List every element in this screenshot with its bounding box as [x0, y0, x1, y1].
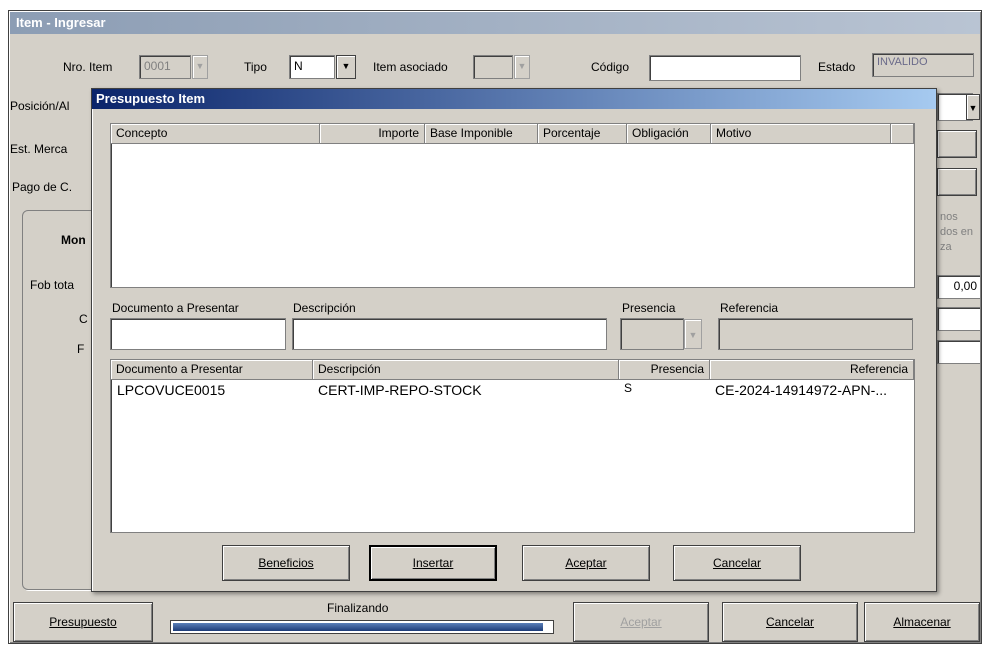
tipo-field[interactable]: N	[289, 55, 335, 79]
row-descripcion: CERT-IMP-REPO-STOCK	[318, 382, 482, 398]
item-window-titlebar: Item - Ingresar	[10, 12, 980, 34]
col-filler	[891, 124, 914, 144]
tipo-dropdown-icon[interactable]: ▼	[336, 55, 356, 79]
row-presencia: S	[624, 381, 633, 395]
item-asociado-dropdown-icon[interactable]: ▼	[514, 55, 530, 79]
beneficios-button[interactable]: Beneficios	[222, 545, 350, 581]
referencia-label: Referencia	[720, 301, 779, 315]
presencia-dropdown-icon[interactable]: ▼	[684, 319, 702, 349]
status-text: Finalizando	[327, 601, 389, 615]
codigo-label: Código	[591, 60, 630, 74]
nro-item-dropdown-icon[interactable]: ▼	[192, 55, 208, 79]
presupuesto-button[interactable]: Presupuesto	[13, 602, 153, 642]
table-row[interactable]: LPCOVUCE0015 CERT-IMP-REPO-STOCK S CE-20…	[112, 381, 913, 401]
cancelar-button[interactable]: Cancelar	[722, 602, 858, 642]
doc-presentar-field[interactable]	[110, 318, 286, 350]
est-merca-label: Est. Merca	[10, 142, 68, 156]
row-c-label: C	[79, 312, 88, 326]
cancelar-modal-button[interactable]: Cancelar	[673, 545, 801, 581]
fob-total-field[interactable]: 0,00	[937, 275, 981, 299]
almacenar-button[interactable]: Almacenar	[864, 602, 980, 642]
col-importe[interactable]: Importe	[320, 124, 425, 144]
pago-button[interactable]	[937, 168, 977, 196]
descripcion-label: Descripción	[293, 301, 356, 315]
conceptos-grid[interactable]: Concepto Importe Base Imponible Porcenta…	[110, 123, 915, 288]
row-f-field[interactable]	[937, 340, 981, 364]
row-c-field[interactable]	[937, 307, 981, 331]
presencia-field[interactable]	[620, 318, 684, 350]
presencia-label: Presencia	[622, 301, 676, 315]
insertar-button[interactable]: Insertar	[369, 545, 497, 581]
posicion-dropdown-icon[interactable]: ▼	[966, 94, 980, 120]
item-asociado-field[interactable]	[473, 55, 513, 79]
nro-item-label: Nro. Item	[63, 60, 113, 74]
nro-item-field[interactable]: 0001	[139, 55, 191, 79]
estado-label: Estado	[818, 60, 856, 74]
aceptar-button[interactable]: Aceptar	[573, 602, 709, 642]
col-obligacion[interactable]: Obligación	[627, 124, 711, 144]
item-window-title: Item - Ingresar	[16, 15, 106, 30]
doc-presentar-label: Documento a Presentar	[112, 301, 239, 315]
col-base-imponible[interactable]: Base Imponible	[425, 124, 538, 144]
presupuesto-item-title: Presupuesto Item	[96, 91, 206, 106]
documentos-grid[interactable]: Documento a Presentar Descripción Presen…	[110, 359, 915, 533]
row-f-label: F	[77, 342, 85, 356]
est-merca-button[interactable]	[937, 130, 977, 158]
tipo-label: Tipo	[244, 60, 267, 74]
right-group-fragment: nos dos en za	[940, 211, 974, 253]
row-documento: LPCOVUCE0015	[117, 382, 226, 398]
col-documento[interactable]: Documento a Presentar	[111, 360, 313, 380]
col-concepto[interactable]: Concepto	[111, 124, 320, 144]
referencia-field	[718, 318, 913, 350]
col-motivo[interactable]: Motivo	[711, 124, 891, 144]
group-title-label: Mon	[61, 233, 86, 247]
row-referencia: CE-2024-14914972-APN-...	[715, 382, 887, 398]
col-referencia[interactable]: Referencia	[710, 360, 914, 380]
estado-field: INVALIDO	[872, 53, 974, 77]
col-porcentaje[interactable]: Porcentaje	[538, 124, 627, 144]
col-presencia[interactable]: Presencia	[619, 360, 710, 380]
pago-label: Pago de C.	[12, 180, 73, 194]
col-descripcion[interactable]: Descripción	[313, 360, 619, 380]
fob-total-label: Fob tota	[30, 278, 75, 292]
progress-bar	[170, 620, 554, 634]
left-group-box	[22, 210, 102, 590]
presupuesto-item-titlebar: Presupuesto Item	[92, 89, 936, 109]
descripcion-field[interactable]	[292, 318, 607, 350]
progress-bar-fill	[173, 623, 543, 631]
codigo-field[interactable]	[649, 55, 801, 81]
aceptar-modal-button[interactable]: Aceptar	[522, 545, 650, 581]
item-asociado-label: Item asociado	[373, 60, 448, 74]
posicion-label: Posición/Al	[10, 99, 70, 113]
